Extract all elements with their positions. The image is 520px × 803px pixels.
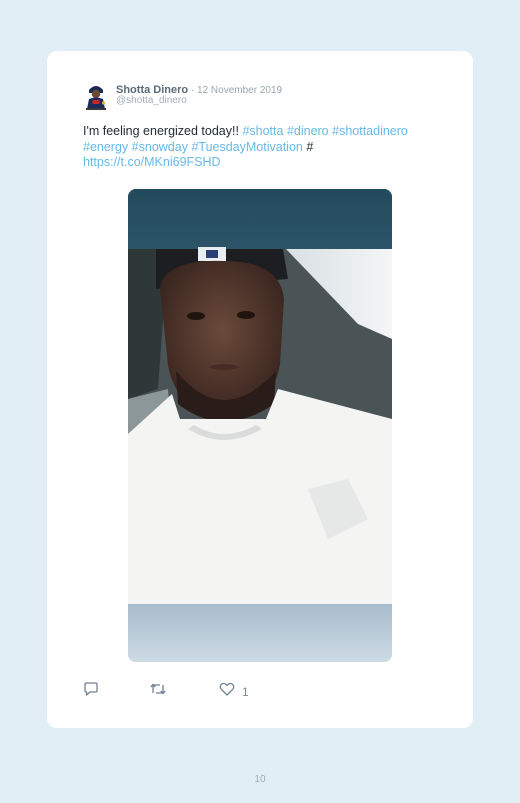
trailing-hash: # [302, 139, 314, 154]
reply-icon [83, 681, 99, 702]
like-button[interactable]: 1 [219, 681, 249, 702]
tweet-text-body: I'm feeling energized today!! [83, 124, 243, 138]
hashtag-link[interactable]: #snowday [132, 140, 188, 154]
reply-button[interactable] [83, 681, 99, 702]
hashtag-link[interactable]: #energy [83, 140, 128, 154]
user-handle[interactable]: @shotta_dinero [116, 95, 187, 106]
tweet-card: Shotta Dinero · 12 November 2019 @shotta… [47, 51, 473, 728]
tweet-text: I'm feeling energized today!! #shotta #d… [83, 124, 438, 171]
hashtag-link[interactable]: #dinero [287, 124, 329, 138]
hashtag-link[interactable]: #shotta [242, 124, 283, 138]
like-count: 1 [242, 684, 249, 699]
retweet-icon [149, 681, 167, 702]
retweet-button[interactable] [149, 681, 167, 702]
avatar[interactable] [83, 81, 109, 111]
tweet-actions: 1 [83, 681, 283, 701]
separator-dot: · [188, 85, 198, 96]
tweet-photo[interactable] [128, 189, 392, 662]
hashtag-link[interactable]: #TuesdayMotivation [191, 140, 302, 154]
hashtag-link[interactable]: #shottadinero [332, 124, 408, 138]
page-number: 10 [254, 774, 266, 785]
heart-icon [219, 681, 235, 702]
tweet-header: Shotta Dinero · 12 November 2019 @shotta… [83, 79, 443, 111]
tweet-link[interactable]: https://t.co/MKni69FSHD [83, 155, 221, 169]
tweet-date[interactable]: 12 November 2019 [197, 85, 282, 96]
